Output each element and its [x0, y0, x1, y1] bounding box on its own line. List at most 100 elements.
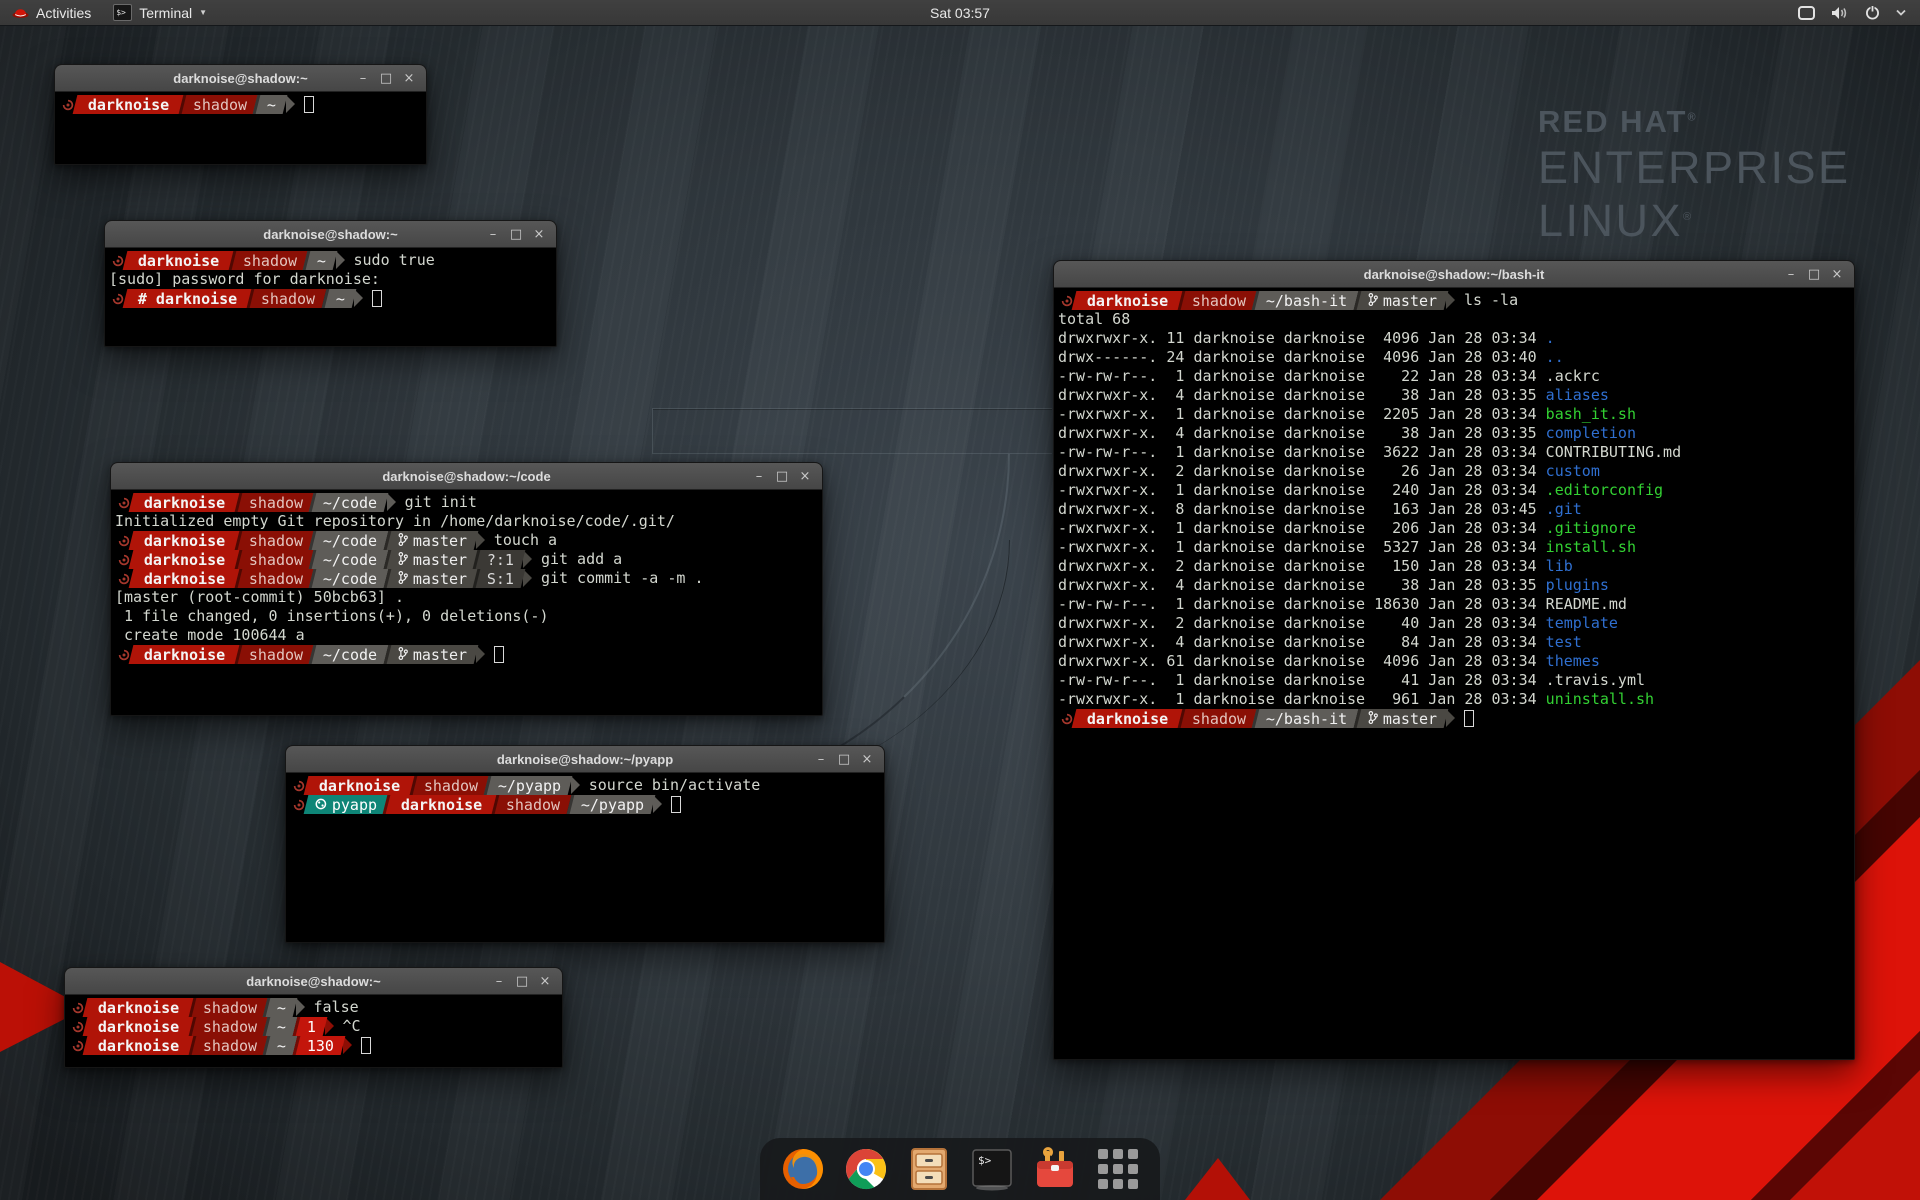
- prompt-segment-p1: darknoise: [129, 645, 241, 664]
- dock-item-files[interactable]: [906, 1146, 952, 1192]
- prompt-segment-p2: shadow: [235, 569, 315, 588]
- prompt-arrow: [571, 776, 580, 794]
- prompt-arrow: [296, 998, 305, 1016]
- terminal-content[interactable]: darknoiseshadow~/codegit initInitialized…: [111, 490, 822, 715]
- minimize-button[interactable]: –: [492, 975, 506, 988]
- prompt-segment-git: master: [383, 569, 478, 588]
- prompt-segment-p1: darknoise: [83, 998, 195, 1017]
- window-title: darknoise@shadow:~/bash-it: [1054, 267, 1854, 282]
- command-text: git add a: [541, 550, 622, 569]
- window-titlebar[interactable]: darknoise@shadow:~ – □ ×: [55, 65, 426, 92]
- prompt-segment-path: ~/pyapp: [566, 795, 655, 814]
- svg-text:$>: $>: [978, 1154, 992, 1167]
- maximize-button[interactable]: □: [837, 753, 851, 766]
- rhel-brand-logo: RED HAT® ENTERPRISE LINUX®: [1538, 106, 1851, 243]
- volume-icon[interactable]: [1831, 6, 1849, 20]
- terminal-line: drwxrwxr-x. 4 darknoise darknoise 38 Jan…: [1058, 424, 1854, 443]
- prompt-segment-p1: darknoise: [83, 1036, 195, 1055]
- terminal-content[interactable]: darknoiseshadow~: [55, 92, 426, 164]
- directory-name: completion: [1546, 424, 1636, 443]
- maximize-button[interactable]: □: [379, 72, 393, 85]
- maximize-button[interactable]: □: [775, 470, 789, 483]
- terminal-line: -rw-rw-r--. 1 darknoise darknoise 41 Jan…: [1058, 671, 1854, 690]
- terminal-line: darknoiseshadow~/codegit init: [115, 493, 822, 512]
- window-titlebar[interactable]: darknoise@shadow:~ – □ ×: [65, 968, 562, 995]
- maximize-button[interactable]: □: [1807, 268, 1821, 281]
- executable-name: install.sh: [1546, 538, 1636, 557]
- terminal-line: drwxrwxr-x. 8 darknoise darknoise 163 Ja…: [1058, 500, 1854, 519]
- terminal-content[interactable]: darknoiseshadow~falsedarknoiseshadow~1^C…: [65, 995, 562, 1067]
- prompt-segment-p1: darknoise: [1072, 709, 1184, 728]
- terminal-text: total 68: [1058, 310, 1130, 329]
- terminal-text: [master (root-commit) 50bcb63] .: [115, 588, 404, 607]
- terminal-text: drwxrwxr-x. 4 darknoise darknoise 84 Jan…: [1058, 633, 1546, 652]
- brand-linux: LINUX®: [1538, 198, 1851, 243]
- dock-item-app-grid[interactable]: [1095, 1146, 1141, 1192]
- prompt-segment-path: ~/pyapp: [484, 776, 573, 795]
- screen-icon[interactable]: [1798, 6, 1815, 20]
- terminal-line: drwxrwxr-x. 2 darknoise darknoise 150 Ja…: [1058, 557, 1854, 576]
- minimize-button[interactable]: –: [752, 470, 766, 483]
- window-titlebar[interactable]: darknoise@shadow:~/pyapp – □ ×: [286, 746, 884, 773]
- prompt-segment-p1: darknoise: [383, 795, 498, 814]
- system-status-area[interactable]: [1798, 0, 1920, 25]
- dock-item-toolbox[interactable]: [1032, 1146, 1078, 1192]
- prompt-segment-p1: darknoise: [129, 493, 241, 512]
- terminal-line: # darknoiseshadow~: [109, 289, 556, 308]
- directory-name: custom: [1546, 462, 1600, 481]
- prompt-segment-p2: shadow: [189, 1017, 269, 1036]
- executable-name: bash_it.sh: [1546, 405, 1636, 424]
- prompt-segment-p1: darknoise: [304, 776, 416, 795]
- terminal-line: darknoiseshadow~/codemaster?:1git add a: [115, 550, 822, 569]
- top-bar-left: Activities $> Terminal ▼: [0, 0, 217, 25]
- close-button[interactable]: ×: [402, 72, 416, 85]
- registered-mark: ®: [1687, 112, 1697, 124]
- prompt-segment-p2: shadow: [410, 776, 490, 795]
- branch-icon: [398, 570, 408, 588]
- clock[interactable]: Sat 03:57: [0, 5, 1920, 21]
- close-button[interactable]: ×: [860, 753, 874, 766]
- terminal-content[interactable]: darknoiseshadow~/bash-itmasterls -latota…: [1054, 288, 1854, 1059]
- maximize-button[interactable]: □: [509, 228, 523, 241]
- minimize-button[interactable]: –: [814, 753, 828, 766]
- close-button[interactable]: ×: [538, 975, 552, 988]
- terminal-text: -rwxrwxr-x. 1 darknoise darknoise 240 Ja…: [1058, 481, 1546, 500]
- minimize-button[interactable]: –: [356, 72, 370, 85]
- close-button[interactable]: ×: [1830, 268, 1844, 281]
- terminal-content[interactable]: darknoiseshadow~/pyappsource bin/activat…: [286, 773, 884, 942]
- prompt-segment-p2: shadow: [235, 550, 315, 569]
- terminal-line: drwx------. 24 darknoise darknoise 4096 …: [1058, 348, 1854, 367]
- activities-button[interactable]: Activities: [0, 0, 103, 25]
- window-titlebar[interactable]: darknoise@shadow:~/code – □ ×: [111, 463, 822, 490]
- chevron-down-icon[interactable]: [1896, 9, 1906, 16]
- dock-item-firefox[interactable]: [780, 1146, 826, 1192]
- dash-dock: $>: [760, 1138, 1160, 1200]
- power-icon[interactable]: [1865, 5, 1880, 20]
- prompt-segment-p2: shadow: [189, 998, 269, 1017]
- window-titlebar[interactable]: darknoise@shadow:~ – □ ×: [105, 221, 556, 248]
- chrome-icon: [844, 1147, 888, 1191]
- terminal-text: create mode 100644 a: [115, 626, 305, 645]
- directory-name: test: [1546, 633, 1582, 652]
- app-menu-terminal[interactable]: $> Terminal ▼: [103, 0, 217, 25]
- window-title: darknoise@shadow:~: [65, 974, 562, 989]
- maximize-button[interactable]: □: [515, 975, 529, 988]
- close-button[interactable]: ×: [798, 470, 812, 483]
- terminal-line: darknoiseshadow~/codemastertouch a: [115, 531, 822, 550]
- dock-item-chrome[interactable]: [843, 1146, 889, 1192]
- command-text: ^C: [343, 1017, 361, 1036]
- window-titlebar[interactable]: darknoise@shadow:~/bash-it – □ ×: [1054, 261, 1854, 288]
- terminal-cursor: [361, 1037, 371, 1054]
- terminal-line: drwxrwxr-x. 11 darknoise darknoise 4096 …: [1058, 329, 1854, 348]
- close-button[interactable]: ×: [532, 228, 546, 241]
- minimize-button[interactable]: –: [486, 228, 500, 241]
- dock-item-terminal[interactable]: $>: [969, 1146, 1015, 1192]
- prompt-segment-p1: darknoise: [1072, 291, 1184, 310]
- registered-mark: ®: [1683, 211, 1694, 223]
- minimize-button[interactable]: –: [1784, 268, 1798, 281]
- terminal-line: -rwxrwxr-x. 1 darknoise darknoise 240 Ja…: [1058, 481, 1854, 500]
- terminal-content[interactable]: darknoiseshadow~sudo true[sudo] password…: [105, 248, 556, 346]
- terminal-text: drwxrwxr-x. 11 darknoise darknoise 4096 …: [1058, 329, 1546, 348]
- terminal-text: drwxrwxr-x. 2 darknoise darknoise 150 Ja…: [1058, 557, 1546, 576]
- activities-label: Activities: [36, 5, 91, 21]
